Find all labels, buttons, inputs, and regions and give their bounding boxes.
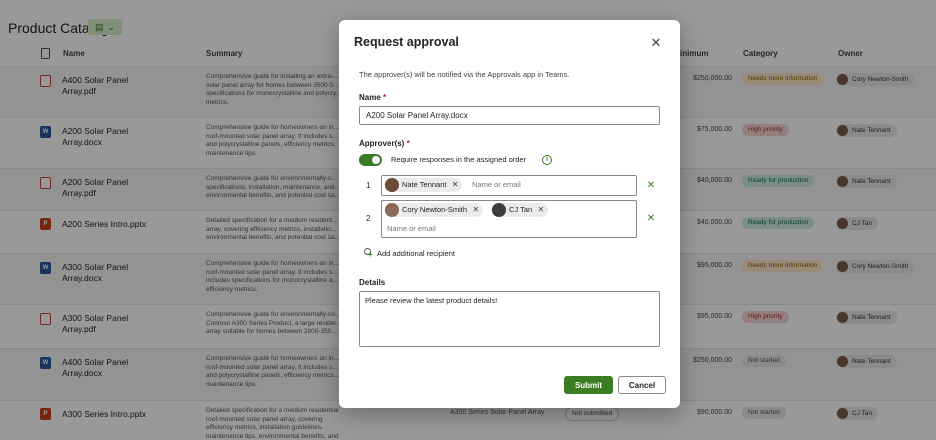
approver-order-2: 2	[366, 214, 371, 223]
remove-approver-group-button[interactable]: ✕	[645, 213, 657, 225]
person-chip: Cory Newton-Smith ✕	[384, 203, 484, 217]
cancel-button[interactable]: Cancel	[618, 376, 666, 394]
close-button[interactable]: ✕	[648, 35, 664, 51]
approvers-label: Approver(s) *	[359, 139, 410, 148]
details-field[interactable]: Please review the latest product details…	[359, 291, 660, 347]
remove-approver-group-button[interactable]: ✕	[645, 180, 657, 192]
name-label: Name *	[359, 93, 386, 102]
order-toggle-label: Require responses in the assigned order	[391, 155, 527, 164]
required-mark: *	[406, 139, 410, 148]
info-icon[interactable]: i	[542, 155, 552, 165]
person-chip: Nate Tennant ✕	[384, 178, 463, 192]
approver-picker-2[interactable]: Cory Newton-Smith ✕ CJ Tan ✕	[381, 200, 637, 238]
dialog-title: Request approval	[354, 35, 459, 49]
approver-picker-1[interactable]: Nate Tennant ✕	[381, 175, 637, 196]
person-name: Cory Newton-Smith	[402, 205, 468, 214]
name-or-email-input[interactable]	[472, 180, 622, 189]
close-icon: ✕	[650, 35, 662, 50]
person-name: CJ Tan	[509, 205, 533, 214]
avatar	[385, 178, 399, 192]
toggle-knob	[372, 156, 380, 164]
name-field[interactable]	[359, 106, 660, 125]
remove-person-icon[interactable]: ✕	[538, 203, 545, 217]
remove-person-icon[interactable]: ✕	[472, 203, 479, 217]
approver-order-1: 1	[366, 181, 371, 190]
approvers-label-text: Approver(s)	[359, 139, 405, 148]
details-label: Details	[359, 278, 386, 287]
required-mark: *	[383, 93, 387, 102]
dialog-description: The approver(s) will be notified via the…	[359, 70, 570, 79]
add-recipient-label: Add additional recipient	[377, 248, 455, 258]
avatar	[492, 203, 506, 217]
request-approval-dialog: Request approval ✕ The approver(s) will …	[339, 20, 680, 408]
add-person-icon	[363, 248, 373, 259]
name-label-text: Name	[359, 93, 381, 102]
remove-person-icon[interactable]: ✕	[452, 178, 459, 192]
person-name: Nate Tennant	[402, 180, 447, 189]
name-or-email-input[interactable]	[387, 224, 587, 233]
avatar	[385, 203, 399, 217]
person-chip: CJ Tan ✕	[491, 203, 549, 217]
add-recipient-button[interactable]: Add additional recipient	[363, 248, 455, 259]
order-toggle[interactable]	[359, 154, 382, 166]
submit-button[interactable]: Submit	[564, 376, 613, 394]
